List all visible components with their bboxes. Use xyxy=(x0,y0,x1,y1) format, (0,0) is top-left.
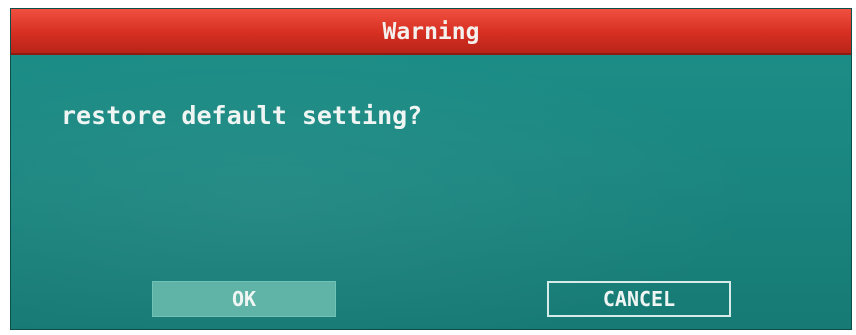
ok-button[interactable]: OK xyxy=(152,281,336,317)
dialog-title-bar: Warning xyxy=(11,9,851,55)
warning-dialog: Warning restore default setting? OK CANC… xyxy=(10,8,852,330)
dialog-title: Warning xyxy=(382,19,480,45)
screen: Warning restore default setting? OK CANC… xyxy=(0,0,856,335)
dialog-message: restore default setting? xyxy=(61,101,423,130)
cancel-button[interactable]: CANCEL xyxy=(547,281,731,317)
